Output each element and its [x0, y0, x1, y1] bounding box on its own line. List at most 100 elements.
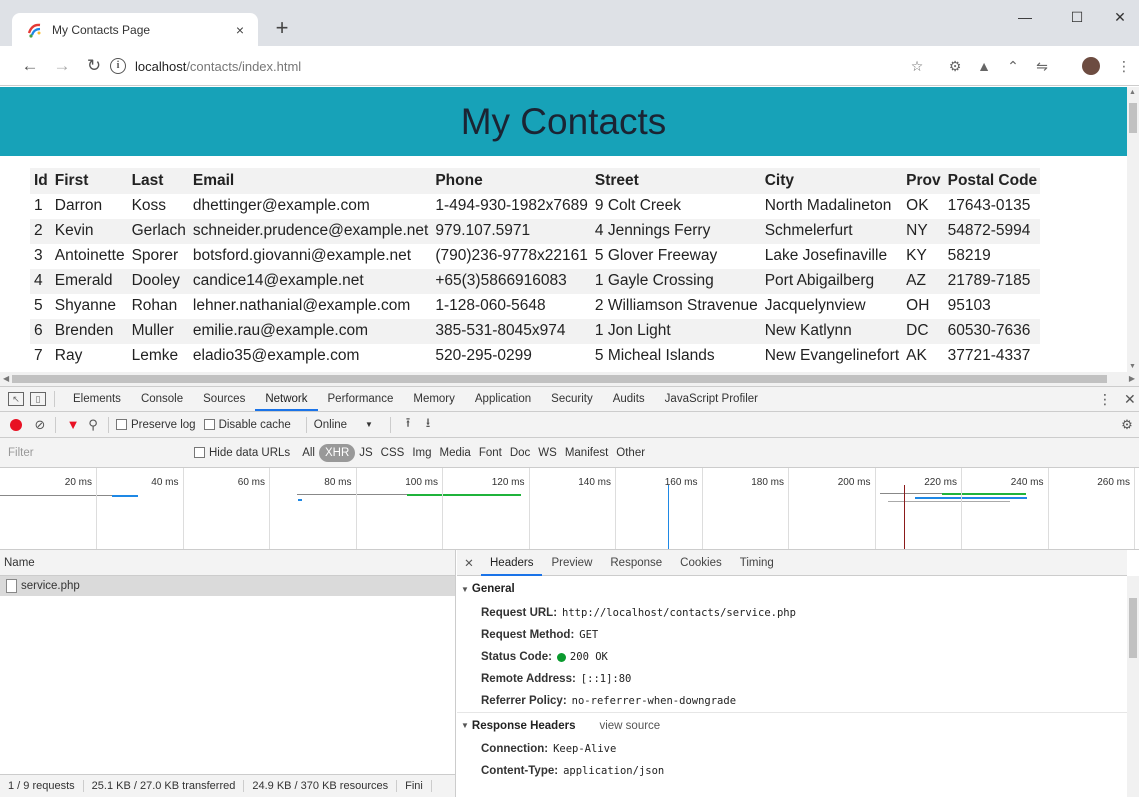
devtools-tab-console[interactable]: Console	[131, 387, 193, 411]
filter-type-all[interactable]: All	[298, 444, 319, 462]
filter-type-font[interactable]: Font	[475, 444, 506, 462]
detail-tab-headers[interactable]: Headers	[481, 550, 543, 576]
disable-cache-checkbox[interactable]: Disable cache	[203, 419, 291, 431]
page-horizontal-scrollbar[interactable]: ◀ ▶	[0, 372, 1139, 386]
network-settings-gear-icon[interactable]: ⚙	[1119, 417, 1135, 433]
throttling-chevron-down-icon[interactable]: ▼	[365, 420, 373, 429]
browser-toolbar: ← → ↻ i localhost/contacts/index.html ☆ …	[0, 46, 1139, 86]
browser-tab[interactable]: My Contacts Page ×	[12, 13, 258, 46]
close-detail-icon[interactable]: ✕	[457, 556, 481, 570]
detail-tab-preview[interactable]: Preview	[542, 550, 601, 576]
disable-cache-box[interactable]	[203, 419, 215, 430]
reload-icon[interactable]: ↻	[80, 52, 108, 80]
detail-tab-timing[interactable]: Timing	[731, 550, 783, 576]
page-header: My Contacts	[0, 87, 1127, 156]
device-toolbar-icon[interactable]: ▯	[30, 392, 46, 406]
file-icon	[6, 579, 17, 593]
view-source-link[interactable]: view source	[599, 720, 660, 732]
site-info-icon[interactable]: i	[110, 58, 126, 74]
timeline-tick-label: 260 ms	[1097, 477, 1130, 488]
filter-type-ws[interactable]: WS	[534, 444, 561, 462]
filter-type-js[interactable]: JS	[355, 444, 376, 462]
table-cell: 7	[30, 344, 51, 369]
timeline-gridline	[96, 468, 97, 549]
devtools-tab-network[interactable]: Network	[255, 387, 318, 411]
devtools-close-icon[interactable]: ✕	[1124, 391, 1136, 408]
filter-type-doc[interactable]: Doc	[506, 444, 534, 462]
table-cell: Jacquelynview	[760, 294, 903, 319]
expand-triangle-icon: ▼	[461, 721, 469, 730]
general-section-header[interactable]: ▼ General	[457, 576, 1127, 602]
drive-icon[interactable]: ▲	[974, 56, 994, 76]
hide-data-urls-box[interactable]	[194, 447, 205, 458]
address-bar[interactable]: i localhost/contacts/index.html	[110, 52, 932, 80]
new-tab-button[interactable]: +	[268, 14, 296, 42]
filter-type-xhr[interactable]: XHR	[318, 443, 356, 462]
filter-type-manifest[interactable]: Manifest	[561, 444, 612, 462]
bookmark-star-icon[interactable]: ☆	[907, 56, 927, 76]
header-key: Status Code:	[481, 651, 552, 663]
export-har-icon[interactable]: ⭳	[420, 415, 436, 433]
extension-gear-icon[interactable]: ⚙	[945, 56, 965, 76]
record-icon[interactable]	[10, 418, 22, 431]
preserve-log-box[interactable]	[116, 419, 127, 430]
table-cell: Dooley	[127, 269, 189, 294]
back-icon[interactable]: ←	[16, 52, 44, 80]
search-icon[interactable]: ⚲	[85, 417, 101, 433]
table-cell: 520-295-0299	[431, 344, 591, 369]
table-cell: 5 Micheal Islands	[590, 344, 761, 369]
devtools-menu-icon[interactable]: ⋮	[1098, 391, 1112, 408]
inspect-element-icon[interactable]: ↖	[8, 392, 24, 406]
devtools-tab-audits[interactable]: Audits	[603, 387, 655, 411]
table-cell: (790)236-9778x22161	[431, 244, 591, 269]
usb-icon[interactable]: ⇋	[1032, 56, 1052, 76]
preserve-log-checkbox[interactable]: Preserve log	[116, 419, 196, 431]
devtools-tab-performance[interactable]: Performance	[318, 387, 404, 411]
filter-input[interactable]: Filter	[6, 443, 186, 463]
window-close-button[interactable]: ✕	[1098, 0, 1139, 34]
table-cell: candice14@example.net	[188, 269, 432, 294]
devtools-tab-application[interactable]: Application	[465, 387, 541, 411]
detail-tab-response[interactable]: Response	[601, 550, 671, 576]
devtools-tab-javascript-profiler[interactable]: JavaScript Profiler	[655, 387, 768, 411]
response-headers-section-header[interactable]: ▼ Response Headers view source	[457, 712, 1127, 738]
detail-scroll-thumb[interactable]	[1129, 598, 1137, 658]
tab-close-icon[interactable]: ×	[232, 22, 248, 38]
table-cell: 3	[30, 244, 51, 269]
filter-type-media[interactable]: Media	[436, 444, 475, 462]
profile-avatar[interactable]	[1082, 57, 1100, 75]
forward-icon[interactable]: →	[48, 52, 76, 80]
detail-vertical-scrollbar[interactable]	[1127, 576, 1139, 797]
page-hscroll-thumb[interactable]	[12, 375, 1107, 383]
table-cell: Lake Josefinaville	[760, 244, 903, 269]
filter-type-css[interactable]: CSS	[377, 444, 409, 462]
minimize-button[interactable]: —	[1003, 0, 1047, 34]
request-row[interactable]: service.php	[0, 576, 455, 596]
table-cell: AK	[902, 344, 944, 369]
timeline-tick-label: 180 ms	[751, 477, 784, 488]
table-body: 1 Darron Koss dhettinger@example.com 1-494-9…	[30, 194, 1041, 369]
detail-tab-cookies[interactable]: Cookies	[671, 550, 731, 576]
filter-type-other[interactable]: Other	[612, 444, 649, 462]
filter-type-img[interactable]: Img	[408, 444, 435, 462]
clear-icon[interactable]: ⊘	[32, 417, 48, 433]
page-vertical-scrollbar[interactable]: ▲ ▼	[1127, 87, 1139, 372]
expand-triangle-icon: ▼	[461, 584, 469, 594]
devtools-tab-elements[interactable]: Elements	[63, 387, 131, 411]
devtools-tab-memory[interactable]: Memory	[403, 387, 465, 411]
throttling-select[interactable]: Online	[314, 419, 347, 431]
filter-icon[interactable]: ▼	[65, 417, 81, 433]
hide-data-urls-checkbox[interactable]: Hide data URLs	[194, 447, 290, 459]
import-har-icon[interactable]: ⭱	[400, 415, 416, 433]
devtools-tab-security[interactable]: Security	[541, 387, 603, 411]
request-list-header[interactable]: Name	[0, 550, 455, 576]
column-header: Prov	[902, 168, 944, 194]
contacts-table: Id First Last Email Phone Street City Prov Posta…	[30, 168, 1041, 369]
table-cell: 54872-5994	[943, 219, 1041, 244]
page-scroll-thumb[interactable]	[1129, 103, 1137, 133]
timeline-tick-label: 100 ms	[405, 477, 438, 488]
maximize-button[interactable]: ☐	[1055, 0, 1099, 34]
devtools-tab-sources[interactable]: Sources	[193, 387, 255, 411]
menu-kebab-icon[interactable]: ⋮	[1114, 56, 1134, 76]
extension-arc-icon[interactable]: ⌃	[1003, 56, 1023, 76]
